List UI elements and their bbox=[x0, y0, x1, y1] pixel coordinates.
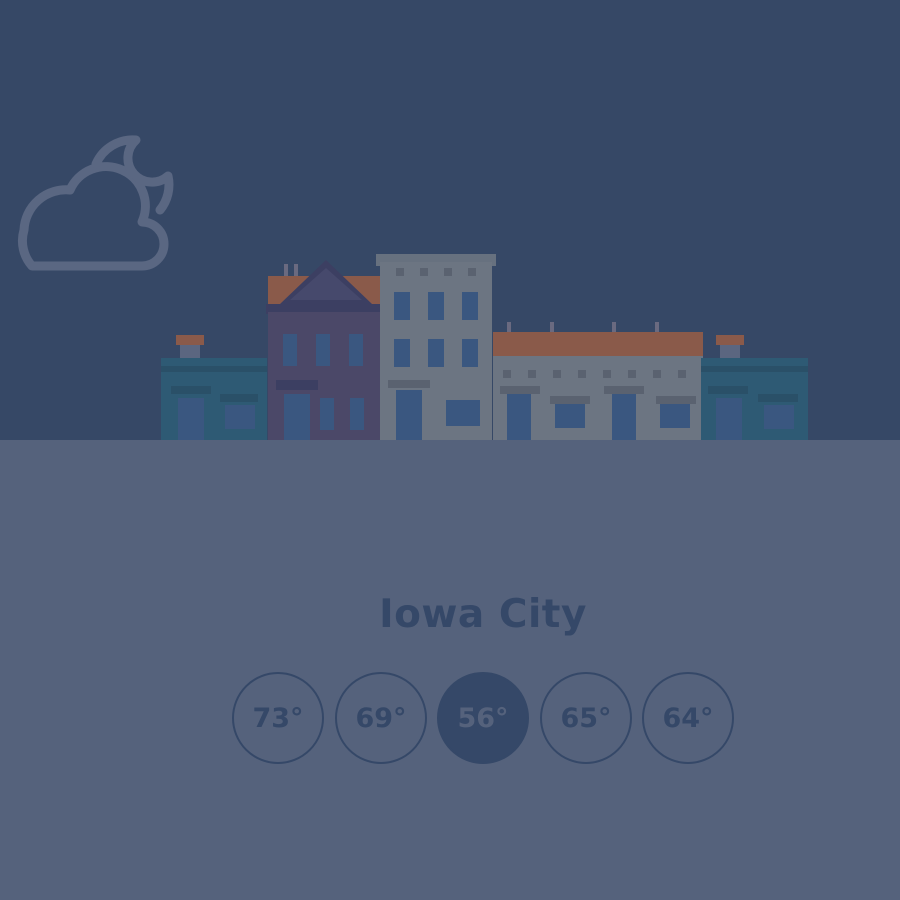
temp-option-5[interactable]: 64° bbox=[642, 672, 734, 764]
forecast-temperature-list: 73° 69° 56° 65° 64° bbox=[0, 0, 900, 900]
temp-option-2[interactable]: 69° bbox=[335, 672, 427, 764]
temp-option-4[interactable]: 65° bbox=[540, 672, 632, 764]
temp-option-3-selected[interactable]: 56° bbox=[437, 672, 529, 764]
temp-option-1[interactable]: 73° bbox=[232, 672, 324, 764]
